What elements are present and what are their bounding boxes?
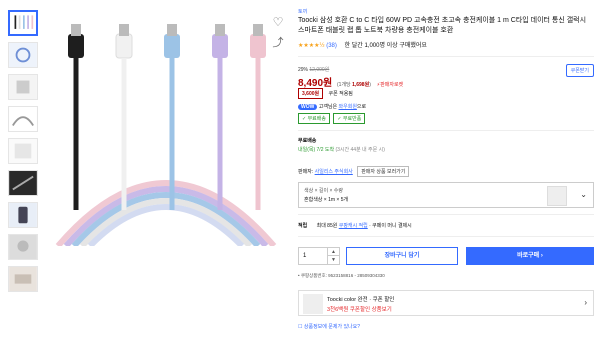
thumbnail-9[interactable] [8,266,38,292]
unit-price-value: 1,698원 [352,82,370,88]
buy-now-button[interactable]: 바로구매 › [466,247,594,265]
promo-thumbnail [303,294,323,314]
thumbnail-6[interactable] [8,170,38,196]
quantity-up-button[interactable]: ▲ [328,248,339,256]
wow-text: 고객님은 [318,104,339,110]
thumbnail-4[interactable] [8,106,38,132]
seller-products-button[interactable]: 판매자 상품 보러가기 [357,166,410,177]
shipping-arrival: 내일(목) 7/2 도착 (3시간 44분 내 주문 시) [298,146,385,153]
option-selector[interactable]: 색상 × 길이 × 수량 혼합색상 × 1m × 5개 ⌄ [298,182,594,208]
share-icon[interactable]: ⤴ [270,35,286,51]
coupon-row: 3,600원 쿠폰 적용됨 [298,88,353,99]
thumbnail-7[interactable] [8,202,38,228]
product-title: Toocki 삼성 호환 C to C 타입 60W PD 고속충전 초고속 충… [298,17,587,34]
seller-label: 판매자: [298,169,315,175]
option-thumbnail [547,186,567,206]
seller-row: 판매자: 사일리스 주식회사 판매자 상품 보러가기 [298,166,410,177]
promo-line2: 3천6백원 쿠폰할인 상품보기 [327,307,392,313]
rating-row: ★★★★½ (38) 한 달간 1,000명 이상 구매했어요 [298,40,427,49]
option-value: 혼합색상 × 1m × 5개 [304,197,349,203]
chevron-down-icon: ⌄ [580,190,587,199]
quantity-down-button[interactable]: ▼ [328,256,339,264]
thumbnail-2[interactable] [8,42,38,68]
point-row: 적립 최대 85원 쿠팡캐시 적립 · 쿠페이 머니 결제시 [298,222,412,229]
arrival-date: 7/2 도착 [316,147,335,153]
benefit-tags: ✓ 무료배송 ✓ 무료반품 [298,113,367,124]
thumbnail-1[interactable] [8,10,38,36]
thumbnail-8[interactable] [8,234,38,260]
seller-rocket-badge: ⚡판매자로켓 [376,82,404,88]
discount-percent: 29% [298,67,309,73]
promo-banner[interactable]: Toocki color 완전 · 쿠폰 할인 3천6백원 쿠폰할인 상품보기 … [298,290,594,316]
coupon-download-button[interactable]: 쿠폰받기 [565,64,594,77]
heart-icon[interactable]: ♡ [270,14,286,30]
add-to-cart-button[interactable]: 장바구니 담기 [346,247,458,265]
chevron-right-icon: › [584,298,587,307]
point-tail: · 쿠페이 머니 결제시 [367,223,412,229]
quantity-stepper: ▲ ▼ [328,247,340,265]
divider [298,56,594,57]
order-deadline: (3시간 44분 내 주문 시) [335,147,385,153]
original-price: 12,000원 [309,67,330,73]
discount-row: 29% 12,000원 [298,66,329,73]
wow-row: WOW 고객님은 와우회원으로 [298,103,366,110]
shipping-title: 무료배송 [298,138,317,144]
report-issue-link[interactable]: ☐ 상품정보에 문제가 있나요? [298,323,360,330]
divider [298,130,594,131]
coupon-applied-label: 쿠폰 적용됨 [328,91,353,97]
option-label: 색상 × 길이 × 수량 [304,188,343,194]
purchase-count: 한 달간 1,000명 이상 구매했어요 [344,43,427,49]
wow-tail: 으로 [356,104,367,110]
point-text: 최대 85원 [316,223,339,229]
coupang-cash-link[interactable]: 쿠팡캐시 적립 [339,223,368,229]
thumbnail-3[interactable] [8,74,38,100]
star-rating-icon: ★★★★½ [298,43,325,49]
arrival-day: 내일(목) [298,147,316,153]
thumbnail-5[interactable] [8,138,38,164]
point-label: 적립 [298,223,308,229]
coupon-amount: 3,600원 [298,88,324,99]
seller-link[interactable]: 사일리스 주식회사 [315,169,353,175]
product-page: ♡ ⤴ 토끼 Toocki 삼성 호환 C to C 타입 60W PD 고속충… [0,0,600,343]
free-shipping-tag: ✓ 무료배송 [298,113,330,124]
main-product-image [48,10,284,246]
promo-line1: Toocki color 완전 · 쿠폰 할인 [327,297,395,303]
product-code: • 쿠팡상품번호: 9523158816 - 28509304330 [298,273,385,278]
review-count-link[interactable]: (38) [326,43,337,49]
brand-link[interactable]: 토끼 [298,8,307,15]
wow-member-link[interactable]: 와우회원 [339,104,357,110]
thumbnail-list [8,10,40,298]
divider [298,236,594,237]
divider [298,214,594,215]
quantity-input[interactable]: 1 [298,247,328,265]
price-row: 8,490원 (1개당 1,698원) ⚡판매자로켓 [298,74,403,89]
unit-price-suffix: ) [369,82,371,88]
wow-badge: WOW [298,104,318,110]
free-return-tag: ✓ 무료반품 [333,113,366,124]
